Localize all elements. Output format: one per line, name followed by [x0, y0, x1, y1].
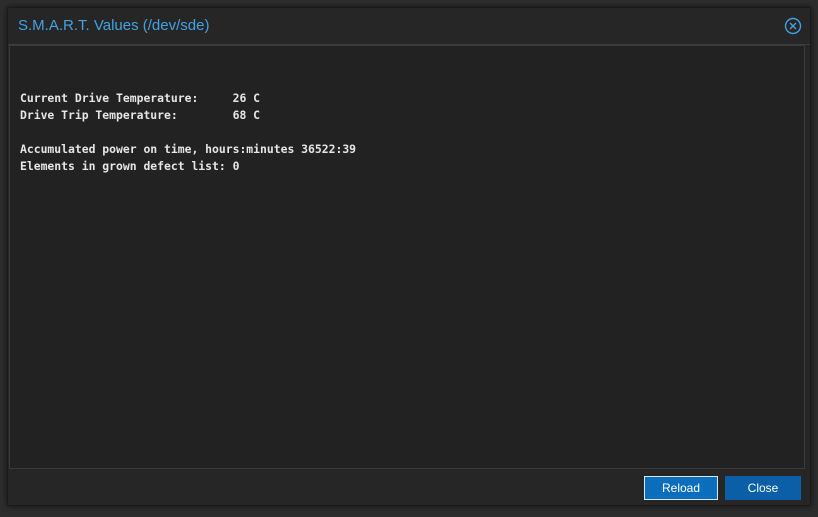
smart-values-dialog: S.M.A.R.T. Values (/dev/sde) Current Dri…: [7, 7, 811, 506]
close-button[interactable]: Close: [725, 476, 801, 500]
smart-output-panel: Current Drive Temperature: 26 C Drive Tr…: [9, 45, 805, 469]
close-icon[interactable]: [784, 17, 802, 35]
smart-output-line: Current Drive Temperature: 26 C: [20, 91, 261, 105]
smart-output-line: Accumulated power on time, hours:minutes…: [20, 142, 357, 156]
dialog-title: S.M.A.R.T. Values (/dev/sde): [18, 17, 210, 34]
reload-button[interactable]: Reload: [644, 476, 718, 500]
smart-output-line: Elements in grown defect list: 0: [20, 159, 240, 173]
dialog-footer: Reload Close: [8, 470, 810, 505]
dialog-titlebar: S.M.A.R.T. Values (/dev/sde): [8, 8, 810, 45]
smart-output-line: Drive Trip Temperature: 68 C: [20, 108, 261, 122]
smart-output-text: Current Drive Temperature: 26 C Drive Tr…: [20, 73, 356, 175]
